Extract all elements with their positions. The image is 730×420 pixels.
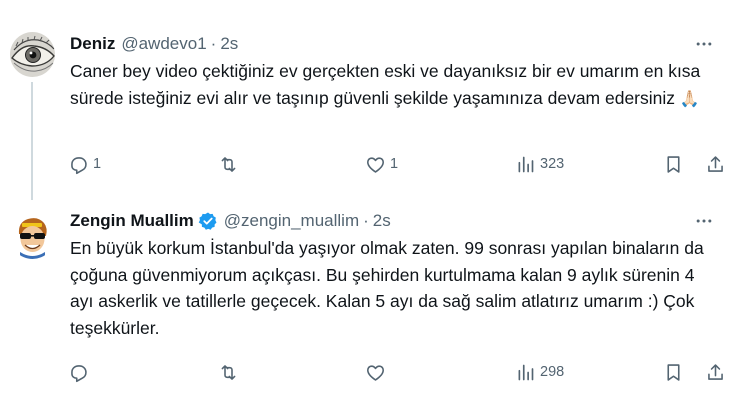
views-chart-icon — [518, 156, 534, 172]
retweet-button[interactable] — [218, 360, 243, 384]
share-icon — [708, 155, 723, 172]
tweet-header: Deniz @awdevo1 · 2s — [70, 33, 238, 55]
tweet-header: Zengin Muallim @zengin_muallim · 2s — [70, 210, 391, 232]
author-handle[interactable]: @awdevo1 — [121, 34, 206, 54]
separator: · — [363, 211, 369, 230]
like-button[interactable] — [365, 360, 390, 384]
tweet[interactable]: Deniz @awdevo1 · 2s Caner bey video çekt… — [0, 0, 730, 200]
views-count: 323 — [540, 156, 565, 172]
more-icon — [696, 42, 712, 46]
retweet-button[interactable] — [218, 152, 243, 176]
retweet-icon — [221, 364, 236, 380]
like-button[interactable]: 1 — [365, 152, 398, 176]
separator: · — [210, 34, 217, 53]
bookmark-button[interactable] — [663, 152, 684, 176]
timestamp[interactable]: 2s — [373, 211, 391, 231]
author-name[interactable]: Zengin Muallim — [70, 211, 194, 231]
avatar[interactable] — [10, 32, 55, 77]
tweet-text: Caner bey video çektiğiniz ev gerçekten … — [70, 58, 710, 113]
more-options-button[interactable] — [692, 34, 716, 54]
reply-icon — [71, 156, 87, 174]
tweet[interactable]: Zengin Muallim @zengin_muallim · 2s En b… — [0, 196, 730, 420]
author-name[interactable]: Deniz — [70, 34, 115, 54]
reply-count: 1 — [93, 156, 102, 172]
views-chart-icon — [518, 364, 534, 380]
folded-hands-emoji: 🙏🏻 — [679, 90, 700, 108]
verified-badge-icon — [198, 211, 218, 231]
heart-icon — [367, 156, 384, 173]
more-icon — [696, 219, 712, 223]
heart-icon — [367, 364, 384, 381]
thread-line — [31, 82, 33, 200]
views-count: 298 — [540, 364, 565, 380]
reply-icon — [71, 364, 87, 382]
reply-button[interactable]: 1 — [68, 152, 101, 176]
like-count: 1 — [390, 156, 399, 172]
more-options-button[interactable] — [692, 211, 716, 231]
eye-avatar-icon — [10, 32, 55, 77]
share-button[interactable] — [705, 152, 726, 176]
tweet-text: En büyük korkum İstanbul'da yaşıyor olma… — [70, 235, 710, 341]
retweet-icon — [221, 156, 236, 172]
timestamp[interactable]: 2s — [220, 34, 238, 54]
views-button[interactable]: 298 — [515, 360, 564, 384]
tweet-body: Caner bey video çektiğiniz ev gerçekten … — [70, 61, 701, 108]
bookmark-button[interactable] — [663, 360, 684, 384]
action-bar: 298 — [60, 360, 730, 384]
author-handle[interactable]: @zengin_muallim — [224, 211, 359, 231]
avatar[interactable] — [10, 214, 55, 259]
views-button[interactable]: 323 — [515, 152, 564, 176]
bookmark-icon — [667, 363, 680, 381]
action-bar: 1 1 323 — [60, 152, 730, 176]
share-button[interactable] — [705, 360, 726, 384]
cartoon-man-avatar-icon — [10, 214, 55, 259]
share-icon — [708, 363, 723, 380]
bookmark-icon — [667, 155, 680, 173]
reply-button[interactable] — [68, 360, 93, 384]
tweet-body: En büyük korkum İstanbul'da yaşıyor olma… — [70, 238, 704, 338]
